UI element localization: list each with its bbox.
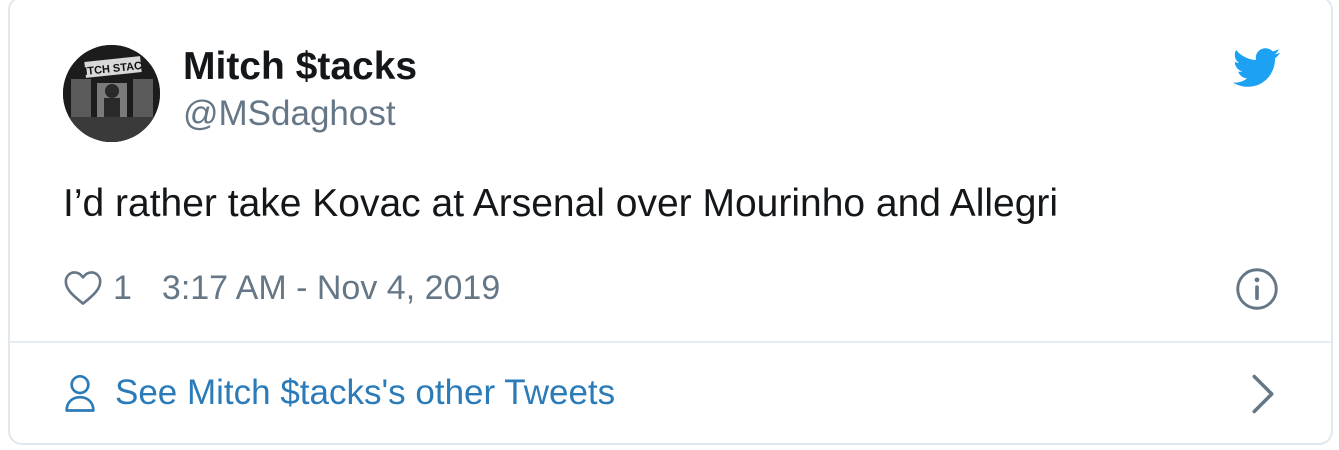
author-name[interactable]: Mitch $tacks xyxy=(183,45,417,89)
see-other-tweets-link[interactable]: See Mitch $tacks's other Tweets xyxy=(63,368,615,418)
heart-icon[interactable] xyxy=(63,270,103,306)
tweet-meta: 1 3:17 AM - Nov 4, 2019 xyxy=(63,264,500,312)
timestamp[interactable]: 3:17 AM - Nov 4, 2019 xyxy=(162,269,500,308)
avatar[interactable]: ITCH STAC xyxy=(63,45,160,142)
avatar-image: ITCH STAC xyxy=(63,45,160,142)
tweet-card: ITCH STAC Mitch $tacks @MSdaghost I’d ra… xyxy=(8,0,1333,445)
info-icon[interactable] xyxy=(1235,267,1279,311)
person-icon xyxy=(65,375,95,412)
twitter-bird-icon[interactable] xyxy=(1233,48,1281,88)
divider xyxy=(10,341,1331,343)
chevron-right-icon[interactable] xyxy=(1248,373,1278,415)
like-count[interactable]: 1 xyxy=(113,269,132,308)
author-handle[interactable]: @MSdaghost xyxy=(183,93,396,135)
tweet-text: I’d rather take Kovac at Arsenal over Mo… xyxy=(63,182,1059,225)
see-other-tweets-label: See Mitch $tacks's other Tweets xyxy=(115,373,616,412)
